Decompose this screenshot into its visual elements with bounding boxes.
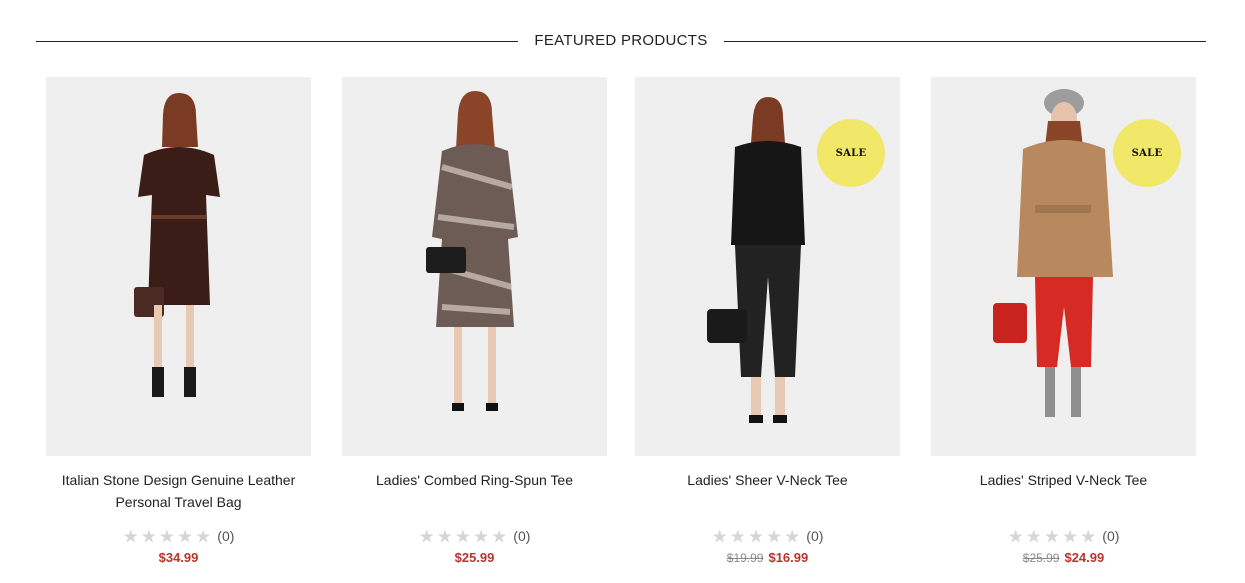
product-card[interactable]: SALE Ladies' Striped V-Neck Tee ★★★★★ (0)… (931, 77, 1196, 567)
product-price: $19.99 $16.99 (635, 549, 900, 567)
product-card[interactable]: SALE Ladies' Sheer V-Neck Tee ★★★★★ (0) $… (635, 77, 900, 567)
review-count: (0) (1102, 528, 1120, 545)
star-rating-icon: ★★★★★ (122, 526, 214, 547)
divider-right (724, 41, 1206, 42)
product-image[interactable]: SALE (931, 77, 1196, 456)
product-image[interactable]: SALE (635, 77, 900, 456)
star-rating-icon: ★★★★★ (1007, 526, 1099, 547)
review-count: (0) (806, 528, 824, 545)
product-card[interactable]: Italian Stone Design Genuine Leather Per… (46, 77, 311, 567)
product-name[interactable]: Ladies' Striped V-Neck Tee (931, 469, 1196, 513)
sale-badge: SALE (817, 119, 885, 187)
product-name[interactable]: Italian Stone Design Genuine Leather Per… (46, 469, 311, 513)
product-price: $25.99 (342, 549, 607, 567)
review-count: (0) (217, 528, 235, 545)
product-image[interactable] (46, 77, 311, 456)
product-name[interactable]: Ladies' Combed Ring-Spun Tee (342, 469, 607, 513)
current-price: $34.99 (158, 550, 199, 565)
product-card[interactable]: Ladies' Combed Ring-Spun Tee ★★★★★ (0) $2… (342, 77, 607, 567)
product-price: $25.99 $24.99 (931, 549, 1196, 567)
original-price: $19.99 (726, 551, 764, 565)
product-rating: ★★★★★ (0) (931, 525, 1196, 547)
star-rating-icon: ★★★★★ (711, 526, 803, 547)
product-rating: ★★★★★ (0) (635, 525, 900, 547)
section-header: FEATURED PRODUCTS (36, 28, 1206, 56)
current-price: $16.99 (768, 550, 809, 565)
original-price: $25.99 (1022, 551, 1060, 565)
review-count: (0) (513, 528, 531, 545)
star-rating-icon: ★★★★★ (418, 526, 510, 547)
product-price: $34.99 (46, 549, 311, 567)
sale-badge: SALE (1113, 119, 1181, 187)
current-price: $25.99 (454, 550, 495, 565)
product-image[interactable] (342, 77, 607, 456)
current-price: $24.99 (1064, 550, 1105, 565)
product-name[interactable]: Ladies' Sheer V-Neck Tee (635, 469, 900, 513)
product-rating: ★★★★★ (0) (46, 525, 311, 547)
product-rating: ★★★★★ (0) (342, 525, 607, 547)
